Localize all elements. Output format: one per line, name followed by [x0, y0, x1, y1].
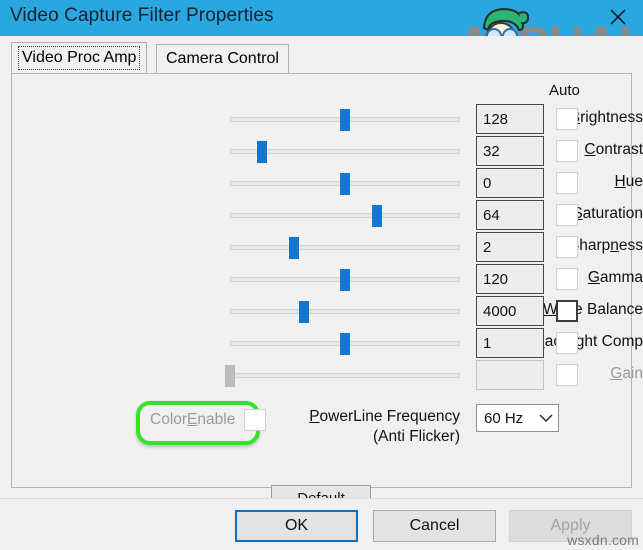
- auto-checkbox[interactable]: [556, 108, 578, 130]
- ok-button[interactable]: OK: [235, 510, 358, 542]
- slider-value-input[interactable]: [476, 360, 544, 390]
- tab-video-proc-amp[interactable]: Video Proc Amp: [11, 42, 148, 73]
- auto-column-header: Auto: [549, 82, 580, 99]
- slider[interactable]: [230, 104, 460, 136]
- slider-value-input[interactable]: 0: [476, 168, 544, 198]
- color-enable-control[interactable]: ColorEnable: [150, 409, 267, 431]
- slider-track[interactable]: [230, 309, 460, 314]
- auto-checkbox[interactable]: [556, 300, 578, 322]
- color-enable-label: ColorEnable: [150, 411, 236, 428]
- cancel-button[interactable]: Cancel: [373, 510, 496, 542]
- slider-thumb[interactable]: [340, 269, 350, 291]
- slider[interactable]: [225, 360, 460, 392]
- slider-row: White Balance 4000: [0, 296, 643, 328]
- slider-value-input[interactable]: 120: [476, 264, 544, 294]
- slider-thumb[interactable]: [340, 173, 350, 195]
- slider-thumb[interactable]: [289, 237, 300, 259]
- slider-value-input[interactable]: 4000: [476, 296, 544, 326]
- slider-row: Saturation64: [0, 200, 643, 232]
- slider-thumb[interactable]: [257, 141, 268, 163]
- close-icon[interactable]: [601, 2, 635, 32]
- auto-checkbox[interactable]: [556, 204, 578, 226]
- slider[interactable]: [230, 168, 460, 200]
- slider-value-input[interactable]: 2: [476, 232, 544, 262]
- slider-row: Hue 0: [0, 168, 643, 200]
- title-bar: Video Capture Filter Properties A PUALS: [0, 0, 643, 36]
- slider-row: Contrast 32: [0, 136, 643, 168]
- slider[interactable]: [230, 296, 460, 328]
- slider-thumb[interactable]: [340, 333, 350, 355]
- slider-track[interactable]: [230, 213, 460, 218]
- slider-row: Gain: [0, 360, 643, 392]
- slider[interactable]: [230, 328, 460, 360]
- tab-camera-control-label: Camera Control: [166, 50, 279, 67]
- slider-row: Sharpness 2: [0, 232, 643, 264]
- powerline-frequency-value: 60 Hz: [484, 409, 524, 427]
- window-title: Video Capture Filter Properties: [10, 5, 274, 26]
- slider-row: Gamma 120: [0, 264, 643, 296]
- slider-thumb[interactable]: [298, 301, 309, 323]
- auto-checkbox[interactable]: [556, 140, 578, 162]
- auto-checkbox[interactable]: [556, 332, 578, 354]
- tab-camera-control[interactable]: Camera Control: [156, 44, 289, 73]
- auto-checkbox[interactable]: [556, 268, 578, 290]
- color-enable-checkbox[interactable]: [244, 409, 267, 431]
- video-capture-filter-dialog: Video Capture Filter Properties A PUALS: [0, 0, 643, 550]
- slider-thumb[interactable]: [225, 365, 235, 387]
- slider-value-input[interactable]: 32: [476, 136, 544, 166]
- tab-video-proc-amp-label: Video Proc Amp: [17, 46, 141, 70]
- auto-checkbox[interactable]: [556, 172, 578, 194]
- powerline-frequency-select[interactable]: 60 Hz: [476, 404, 559, 432]
- slider-thumb[interactable]: [372, 205, 383, 227]
- auto-checkbox[interactable]: [556, 236, 578, 258]
- slider-track[interactable]: [230, 245, 460, 250]
- slider-value-input[interactable]: 1: [476, 328, 544, 358]
- slider-row: Brightness128: [0, 104, 643, 136]
- slider-value-input[interactable]: 64: [476, 200, 544, 230]
- slider-track[interactable]: [230, 373, 460, 378]
- slider[interactable]: [230, 200, 460, 232]
- slider[interactable]: [230, 136, 460, 168]
- powerline-frequency-label: PowerLine Frequency (Anti Flicker): [309, 408, 460, 445]
- slider[interactable]: [230, 232, 460, 264]
- auto-checkbox[interactable]: [556, 364, 578, 386]
- chevron-down-icon: [534, 413, 558, 423]
- site-watermark: wsxdn.com: [567, 532, 639, 548]
- svg-text:A: A: [457, 18, 492, 36]
- slider-value-input[interactable]: 128: [476, 104, 544, 134]
- slider[interactable]: [230, 264, 460, 296]
- slider-thumb[interactable]: [340, 109, 350, 131]
- slider-row: Backlight Comp1: [0, 328, 643, 360]
- tab-strip: Video Proc Amp Camera Control: [0, 36, 643, 74]
